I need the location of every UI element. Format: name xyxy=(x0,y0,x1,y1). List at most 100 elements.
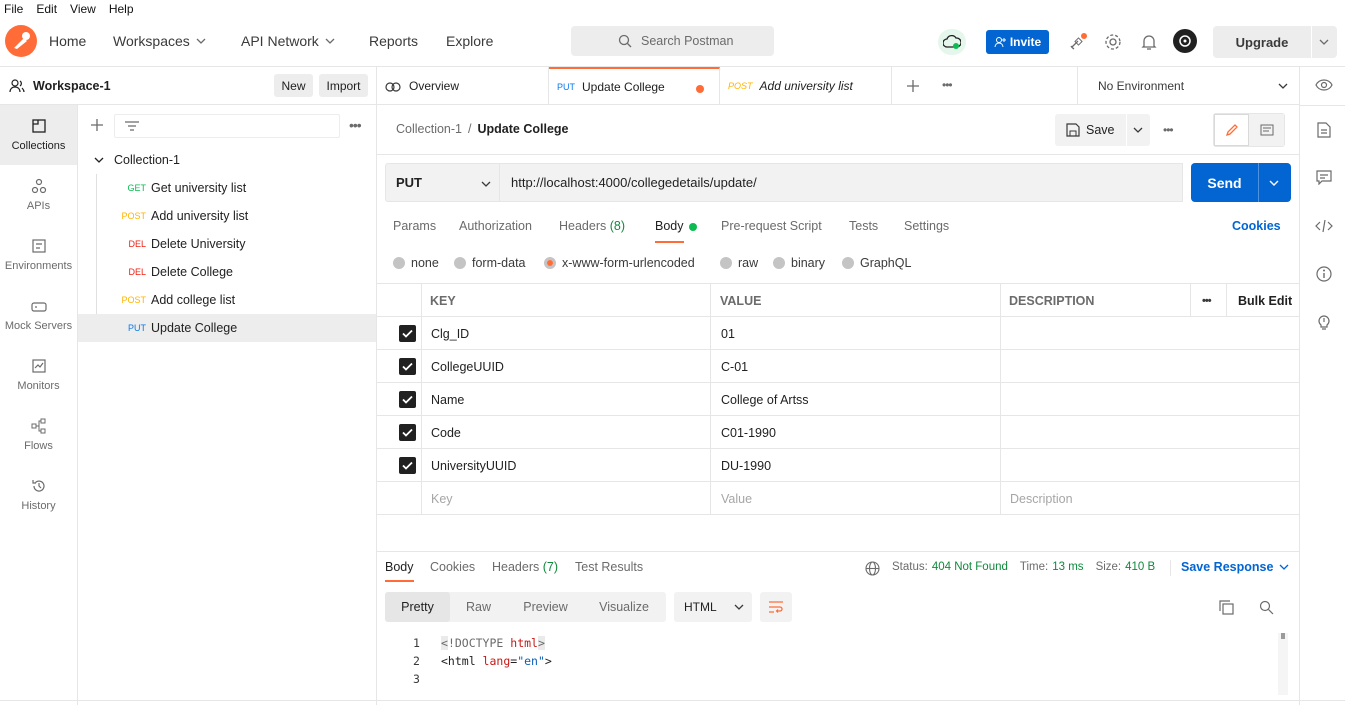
send-button[interactable]: Send xyxy=(1191,163,1291,202)
nav-explore[interactable]: Explore xyxy=(446,33,493,49)
code-scrollbar[interactable] xyxy=(1278,633,1288,695)
row-value[interactable]: College of Artss xyxy=(721,383,809,416)
status-value[interactable]: 404 Not Found xyxy=(932,561,1008,573)
request-item[interactable]: POST Add university list xyxy=(78,202,376,230)
tab-params[interactable]: Params xyxy=(393,219,436,233)
menu-view[interactable]: View xyxy=(70,1,96,17)
settings-gear-icon[interactable] xyxy=(1104,33,1122,51)
new-value-input[interactable]: Value xyxy=(721,482,752,515)
info-icon[interactable] xyxy=(1316,266,1332,282)
method-select[interactable]: PUT xyxy=(385,163,500,202)
rail-collections[interactable]: Collections xyxy=(0,105,77,165)
response-tab-cookies[interactable]: Cookies xyxy=(430,560,475,574)
tab-prerequest-script[interactable]: Pre-request Script xyxy=(721,219,822,233)
row-checkbox[interactable] xyxy=(399,449,416,482)
row-value[interactable]: 01 xyxy=(721,317,735,350)
menu-file[interactable]: File xyxy=(4,1,23,17)
url-input[interactable]: http://localhost:4000/collegedetails/upd… xyxy=(500,163,1183,202)
breadcrumb-request[interactable]: Update College xyxy=(478,122,569,136)
format-select[interactable]: HTML xyxy=(674,592,752,622)
tab-overview[interactable]: Overview xyxy=(377,67,549,105)
tab-tests[interactable]: Tests xyxy=(849,219,878,233)
cookies-link[interactable]: Cookies xyxy=(1232,219,1281,233)
chevron-down-icon[interactable] xyxy=(1319,39,1329,45)
radio-x-www-form-urlencoded[interactable]: x-www-form-urlencoded xyxy=(544,256,695,270)
table-more-icon[interactable]: ••• xyxy=(1202,284,1212,317)
menu-edit[interactable]: Edit xyxy=(36,1,57,17)
new-button[interactable]: New xyxy=(274,74,313,97)
save-button[interactable]: Save xyxy=(1055,114,1150,146)
nav-home[interactable]: Home xyxy=(49,33,86,49)
rail-history[interactable]: History xyxy=(0,465,77,525)
request-more-icon[interactable]: ••• xyxy=(1163,123,1174,137)
row-key[interactable]: CollegeUUID xyxy=(431,350,504,383)
comments-icon[interactable] xyxy=(1316,170,1332,185)
new-key-input[interactable]: Key xyxy=(431,482,453,515)
nav-api-network[interactable]: API Network xyxy=(241,33,335,49)
menu-help[interactable]: Help xyxy=(109,1,134,17)
response-tab-test-results[interactable]: Test Results xyxy=(575,560,643,574)
import-button[interactable]: Import xyxy=(319,74,368,97)
upgrade-button[interactable]: Upgrade xyxy=(1213,26,1337,58)
avatar[interactable] xyxy=(1173,29,1197,53)
rail-flows[interactable]: Flows xyxy=(0,405,77,465)
new-description-input[interactable]: Description xyxy=(1010,482,1073,515)
chevron-down-icon[interactable] xyxy=(1269,180,1279,186)
tab-headers[interactable]: Headers (8) xyxy=(559,219,625,233)
row-key[interactable]: Name xyxy=(431,383,464,416)
nav-reports[interactable]: Reports xyxy=(369,33,418,49)
add-collection-icon[interactable] xyxy=(91,119,103,131)
tab-settings[interactable]: Settings xyxy=(904,219,949,233)
rail-apis[interactable]: APIs xyxy=(0,165,77,225)
more-tabs-icon[interactable]: ••• xyxy=(942,78,953,92)
collection-item[interactable]: Collection-1 xyxy=(78,146,376,174)
documentation-icon[interactable] xyxy=(1317,122,1331,138)
invite-button[interactable]: Invite xyxy=(986,30,1049,54)
rail-environments[interactable]: Environments xyxy=(0,225,77,285)
rail-monitors[interactable]: Monitors xyxy=(0,345,77,405)
view-visualize[interactable]: Visualize xyxy=(584,600,664,614)
size-value[interactable]: 410 B xyxy=(1125,561,1155,573)
search-icon[interactable] xyxy=(1259,600,1274,615)
row-checkbox[interactable] xyxy=(399,350,416,383)
row-value[interactable]: C-01 xyxy=(721,350,748,383)
request-item[interactable]: DEL Delete College xyxy=(78,258,376,286)
row-value[interactable]: DU-1990 xyxy=(721,449,771,482)
request-item[interactable]: DEL Delete University xyxy=(78,230,376,258)
breadcrumb-collection[interactable]: Collection-1 xyxy=(396,122,462,136)
row-value[interactable]: C01-1990 xyxy=(721,416,776,449)
row-checkbox[interactable] xyxy=(399,416,416,449)
environment-selector[interactable]: No Environment xyxy=(1077,67,1299,105)
lightbulb-icon[interactable] xyxy=(1316,313,1332,331)
response-tab-body[interactable]: Body xyxy=(385,560,414,582)
new-tab-plus-icon[interactable] xyxy=(907,80,919,92)
view-pretty[interactable]: Pretty xyxy=(385,592,450,622)
eye-icon[interactable] xyxy=(1315,79,1333,91)
save-response-button[interactable]: Save Response xyxy=(1181,560,1289,574)
row-checkbox[interactable] xyxy=(399,383,416,416)
request-item-selected[interactable]: PUT Update College xyxy=(78,314,376,342)
more-options-icon[interactable]: ••• xyxy=(349,117,362,133)
response-tab-headers[interactable]: Headers (7) xyxy=(492,560,558,574)
view-raw[interactable]: Raw xyxy=(450,600,507,614)
radio-raw[interactable]: raw xyxy=(720,256,758,270)
code-icon[interactable] xyxy=(1315,219,1333,233)
tab-authorization[interactable]: Authorization xyxy=(459,219,532,233)
radio-none[interactable]: none xyxy=(393,256,439,270)
radio-graphql[interactable]: GraphQL xyxy=(842,256,911,270)
request-item[interactable]: POST Add college list xyxy=(78,286,376,314)
notifications-bell-icon[interactable] xyxy=(1141,33,1157,51)
request-item[interactable]: GET Get university list xyxy=(78,174,376,202)
view-preview[interactable]: Preview xyxy=(507,600,584,614)
filter-input[interactable] xyxy=(114,114,340,138)
radio-form-data[interactable]: form-data xyxy=(454,256,526,270)
satellite-icon[interactable] xyxy=(1069,33,1087,51)
copy-icon[interactable] xyxy=(1219,600,1234,615)
postman-logo-icon[interactable] xyxy=(5,25,37,57)
bulk-edit-button[interactable]: Bulk Edit xyxy=(1238,284,1292,317)
edit-pencil-icon[interactable] xyxy=(1214,114,1249,146)
tab-body[interactable]: Body xyxy=(655,219,684,243)
row-key[interactable]: Clg_ID xyxy=(431,317,469,350)
workspace-name[interactable]: Workspace-1 xyxy=(33,79,111,93)
tab-active-request[interactable]: PUT Update College xyxy=(549,67,720,105)
